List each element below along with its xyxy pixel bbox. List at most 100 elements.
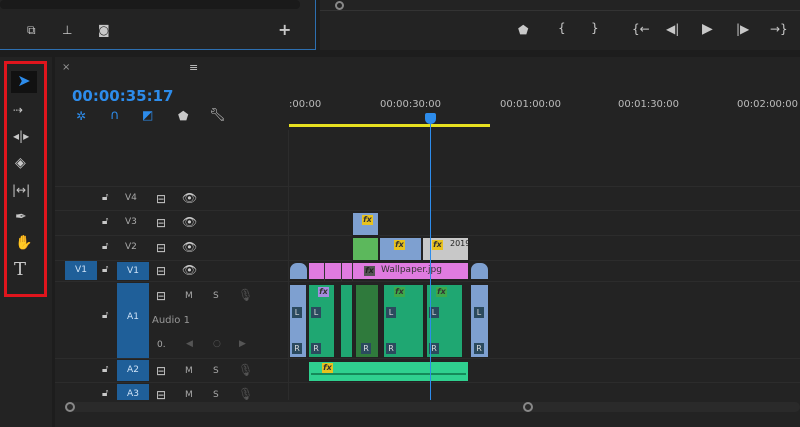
settings-wrench-icon[interactable]: 🔧︎ — [209, 109, 226, 122]
marker-icon[interactable]: ⬟ — [518, 24, 528, 36]
next-keyframe-icon[interactable]: ▶ — [239, 340, 246, 349]
playhead-handle[interactable] — [425, 113, 436, 124]
timecode[interactable]: 00:00:35:17 — [72, 87, 174, 105]
sync-icon[interactable]: ⊟ — [156, 389, 166, 400]
razor-icon[interactable]: ◈ — [15, 156, 26, 170]
add-icon[interactable]: + — [278, 22, 291, 38]
ruler-label: 00:00:30:00 — [380, 99, 442, 110]
eye-icon[interactable]: 👁︎ — [182, 216, 197, 228]
lock-icon[interactable]: 🔓︎ — [102, 242, 108, 252]
pen-icon[interactable]: ✒ — [15, 210, 27, 224]
add-marker-icon[interactable]: ⬟ — [178, 110, 188, 122]
volume-knob[interactable]: 0. — [157, 340, 166, 350]
in-out-range-bar[interactable] — [289, 124, 490, 127]
eye-icon[interactable]: 👁︎ — [182, 241, 197, 253]
track-header-a1: 🔓︎ A1 ⊟ M S 🎙︎ Audio 1 0. ◀ ○ ▶ — [100, 283, 290, 358]
playhead-line[interactable] — [430, 118, 431, 400]
track-name[interactable]: A3 — [117, 384, 149, 400]
clip-v3[interactable]: fx — [352, 212, 379, 236]
scroll-handle-left[interactable] — [65, 402, 75, 412]
track-name[interactable]: V2 — [125, 242, 137, 252]
slip-icon[interactable]: |↔| — [12, 184, 30, 196]
clip-label: Wallpaper.jpg — [381, 265, 442, 275]
microphone-icon[interactable]: 🎙︎ — [238, 388, 253, 400]
hand-icon[interactable]: ✋ — [15, 236, 32, 250]
audio-clip-a1[interactable] — [340, 284, 353, 358]
audio-clip-a1[interactable]: fx L R — [383, 284, 424, 358]
insert-icon[interactable]: ⊥ — [62, 24, 72, 36]
lock-icon[interactable]: 🔓︎ — [102, 265, 108, 275]
audio-clip-a1-left[interactable]: LR — [289, 284, 307, 358]
snap-icon[interactable]: ∩ — [110, 109, 120, 122]
track-select-icon[interactable]: ⇢ — [13, 104, 23, 116]
add-keyframe-icon[interactable]: ○ — [213, 340, 221, 349]
audio-clip-a1[interactable]: R — [355, 284, 379, 358]
type-icon[interactable]: T — [14, 261, 26, 279]
track-name[interactable]: A2 — [117, 360, 149, 381]
prev-keyframe-icon[interactable]: ◀ — [186, 340, 193, 349]
track-name[interactable]: V3 — [125, 217, 137, 227]
camera-icon[interactable]: ◙ — [98, 24, 110, 36]
eye-icon[interactable]: 👁︎ — [182, 264, 197, 276]
microphone-icon[interactable]: 🎙︎ — [238, 364, 253, 376]
solo-button[interactable]: S — [213, 291, 219, 301]
lock-icon[interactable]: 🔓︎ — [102, 217, 108, 227]
sync-icon[interactable]: ⊟ — [156, 365, 166, 377]
sync-icon[interactable]: ⊟ — [156, 265, 166, 277]
audio-clip-a1[interactable]: fx L R — [308, 284, 335, 358]
sync-icon[interactable]: ⊟ — [156, 242, 166, 254]
fx-badge: fx — [394, 287, 405, 297]
source-patch-v1[interactable]: V1 — [65, 261, 97, 280]
step-back-icon[interactable]: ◀| — [666, 23, 679, 35]
clip-v1-image[interactable]: fx Wallpaper.jpg — [308, 262, 469, 281]
close-icon[interactable]: × — [62, 63, 70, 73]
clip-v1-left[interactable] — [289, 262, 308, 280]
go-to-in-icon[interactable]: {← — [632, 23, 650, 35]
clip-v2-green[interactable] — [352, 237, 379, 261]
step-forward-icon[interactable]: |▶ — [736, 23, 749, 35]
ripple-edit-icon[interactable]: ◂|▸ — [13, 130, 29, 142]
track-name[interactable]: V4 — [125, 193, 137, 203]
track-name[interactable]: V1 — [117, 262, 149, 280]
track-header-a2: 🔓︎ A2 ⊟ M S 🎙︎ — [100, 360, 290, 381]
eye-icon[interactable]: 👁︎ — [182, 192, 197, 204]
solo-button[interactable]: S — [213, 366, 219, 376]
scrubber-handle[interactable] — [335, 1, 344, 10]
audio-clip-a1[interactable]: fx L R — [426, 284, 463, 358]
lock-icon[interactable]: 🔓︎ — [102, 193, 108, 203]
microphone-icon[interactable]: 🎙︎ — [238, 289, 253, 301]
mute-button[interactable]: M — [185, 390, 193, 400]
export-frame-icon[interactable]: ⧉ — [27, 24, 36, 36]
channel-left: L — [386, 307, 396, 318]
selection-tool[interactable]: ➤ — [11, 71, 37, 93]
mark-in-icon[interactable]: { — [558, 22, 566, 34]
audio-clip-a1-right[interactable]: LR — [470, 284, 489, 358]
sync-icon[interactable]: ⊟ — [156, 290, 166, 302]
timeline-horizontal-scrollbar[interactable] — [65, 402, 800, 412]
time-ruler[interactable]: :00:00 00:00:30:00 00:01:00:00 00:01:30:… — [289, 90, 800, 130]
mute-button[interactable]: M — [185, 366, 193, 376]
clip-v1-right[interactable] — [470, 262, 489, 280]
ruler-label: :00:00 — [289, 99, 322, 110]
track-header-v1: 🔓︎ V1 ⊟ 👁︎ — [100, 262, 290, 280]
track-name[interactable]: A1 — [117, 283, 149, 358]
nest-icon[interactable]: ✲ — [76, 110, 86, 122]
clip-v2-blue[interactable]: fx — [379, 237, 422, 261]
channel-right: R — [292, 343, 302, 354]
panel-menu-icon[interactable]: ≡ — [189, 62, 198, 73]
lock-icon[interactable]: 🔓︎ — [102, 311, 108, 321]
audio-clip-a2[interactable]: fx — [308, 361, 469, 382]
go-to-out-icon[interactable]: →} — [770, 23, 788, 35]
source-scrollbar[interactable] — [0, 0, 300, 9]
sync-icon[interactable]: ⊟ — [156, 217, 166, 229]
mute-button[interactable]: M — [185, 291, 193, 301]
mark-out-icon[interactable]: } — [591, 22, 599, 34]
program-scrubber[interactable] — [320, 10, 800, 11]
lock-icon[interactable]: 🔓︎ — [102, 365, 108, 375]
solo-button[interactable]: S — [213, 390, 219, 400]
play-icon[interactable]: ▶ — [702, 22, 713, 36]
sync-icon[interactable]: ⊟ — [156, 193, 166, 205]
linked-selection-icon[interactable]: ◩ — [142, 109, 153, 121]
scroll-handle-right[interactable] — [523, 402, 533, 412]
lock-icon[interactable]: 🔓︎ — [102, 389, 108, 399]
